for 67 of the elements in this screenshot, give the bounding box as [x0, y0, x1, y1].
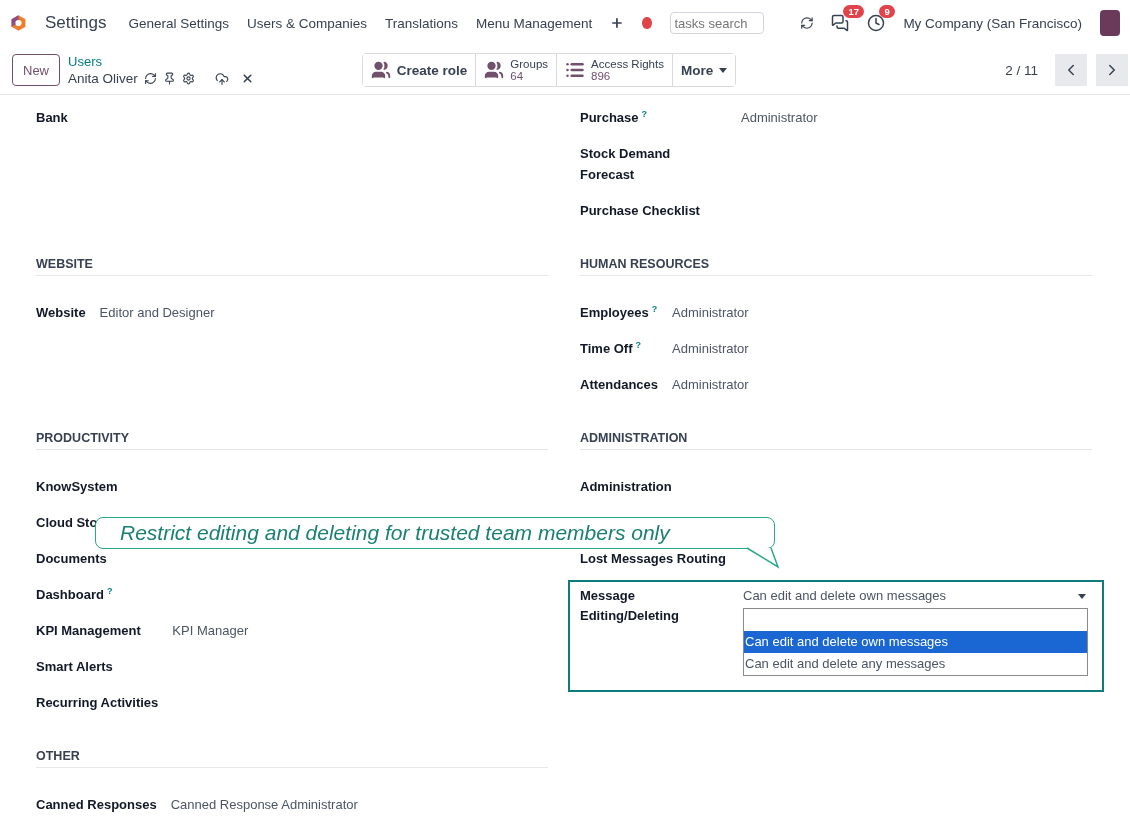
field-value: Administrator	[741, 109, 819, 127]
caret-icon	[719, 67, 728, 73]
users-icon	[484, 60, 505, 80]
help-mark[interactable]: ?	[641, 108, 648, 119]
menu-item[interactable]: Translations	[385, 15, 459, 31]
field-label: Dashboard $^{?}$	[36, 584, 114, 604]
dropdown-option[interactable]: Can edit and delete own messages	[744, 631, 1087, 653]
field-label: Lost Messages Routing	[580, 550, 726, 568]
field-label: Administration	[580, 478, 673, 496]
count-badge: 9	[879, 5, 895, 18]
pager-count: 2 / 11	[1005, 62, 1038, 78]
field-value: Administrator	[672, 376, 750, 394]
company-name[interactable]: My Company (San Francisco)	[903, 15, 1082, 31]
field-label: Purchase Checklist	[580, 202, 701, 220]
caret-icon	[1078, 593, 1086, 599]
chat-icon[interactable]	[831, 14, 850, 32]
field-label: Smart Alerts	[36, 658, 114, 676]
field-value: KPI Manager	[172, 622, 250, 640]
field-value: Editor and Designer	[99, 304, 216, 322]
field-label: Recurring Activities	[36, 694, 159, 712]
settings-icon[interactable]	[181, 72, 195, 85]
callout-text: Restrict editing and deleting for trusted team members only	[120, 521, 670, 545]
breadcrumb-link[interactable]: Users	[68, 54, 254, 69]
users-icon	[370, 60, 391, 80]
logo-icon[interactable]	[10, 12, 27, 34]
count-badge: 17	[843, 5, 864, 18]
select-field[interactable]: Can edit and delete own messages	[743, 586, 1090, 606]
field-label: Message Editing/Deleting	[580, 587, 680, 625]
field-label: Purchase $^{?}$	[580, 107, 649, 127]
section-heading: PRODUCTIVITY	[36, 431, 548, 450]
circle-arrow-icon[interactable]	[143, 72, 157, 85]
record-dot[interactable]	[642, 17, 652, 29]
help-mark[interactable]: ?	[106, 585, 113, 596]
field-value: Administrator	[672, 340, 750, 358]
help-mark[interactable]: ?	[651, 303, 658, 314]
list-icon	[565, 60, 586, 80]
field-label: KPI Management	[36, 622, 142, 640]
menu-item[interactable]: Menu Management	[476, 15, 593, 31]
pin-icon[interactable]	[162, 72, 176, 85]
field-value: Canned Response Administrator	[170, 796, 359, 814]
section-heading: ADMINISTRATION	[580, 431, 1092, 450]
field-value: Administrator	[672, 304, 750, 322]
field-label: Attendances	[580, 376, 659, 394]
search-field[interactable]: tasks search	[669, 12, 764, 34]
menu-item[interactable]: Users & Companies	[246, 15, 367, 31]
new-button[interactable]: New	[12, 54, 60, 86]
field-label: Time Off $^{?}$	[580, 338, 642, 358]
clock-icon[interactable]	[867, 14, 886, 32]
app-title: Settings	[44, 13, 107, 33]
field-label: Bank	[36, 109, 68, 127]
section-heading: WEBSITE	[36, 257, 548, 276]
section-heading: OTHER	[36, 749, 548, 768]
record-name: Anita Oliver	[68, 71, 138, 86]
field-label: Website	[36, 304, 86, 322]
field-label: KnowSystem	[36, 478, 119, 496]
close-icon[interactable]	[240, 72, 254, 85]
menu-item[interactable]: General Settings	[128, 15, 229, 31]
help-mark[interactable]: ?	[635, 339, 641, 350]
more-button[interactable]: More	[671, 54, 736, 86]
section-heading: HUMAN RESOURCES	[580, 257, 1092, 276]
field-label: Stock Demand Forecast	[580, 145, 672, 184]
cloud-upload-icon[interactable]	[214, 71, 229, 86]
field-label: Canned Responses	[36, 796, 157, 814]
circle-arrow-icon[interactable]	[799, 14, 814, 32]
field-label: Employees $^{?}$	[580, 302, 659, 322]
field-label: Documents	[36, 550, 108, 568]
avatar[interactable]	[1099, 10, 1120, 36]
